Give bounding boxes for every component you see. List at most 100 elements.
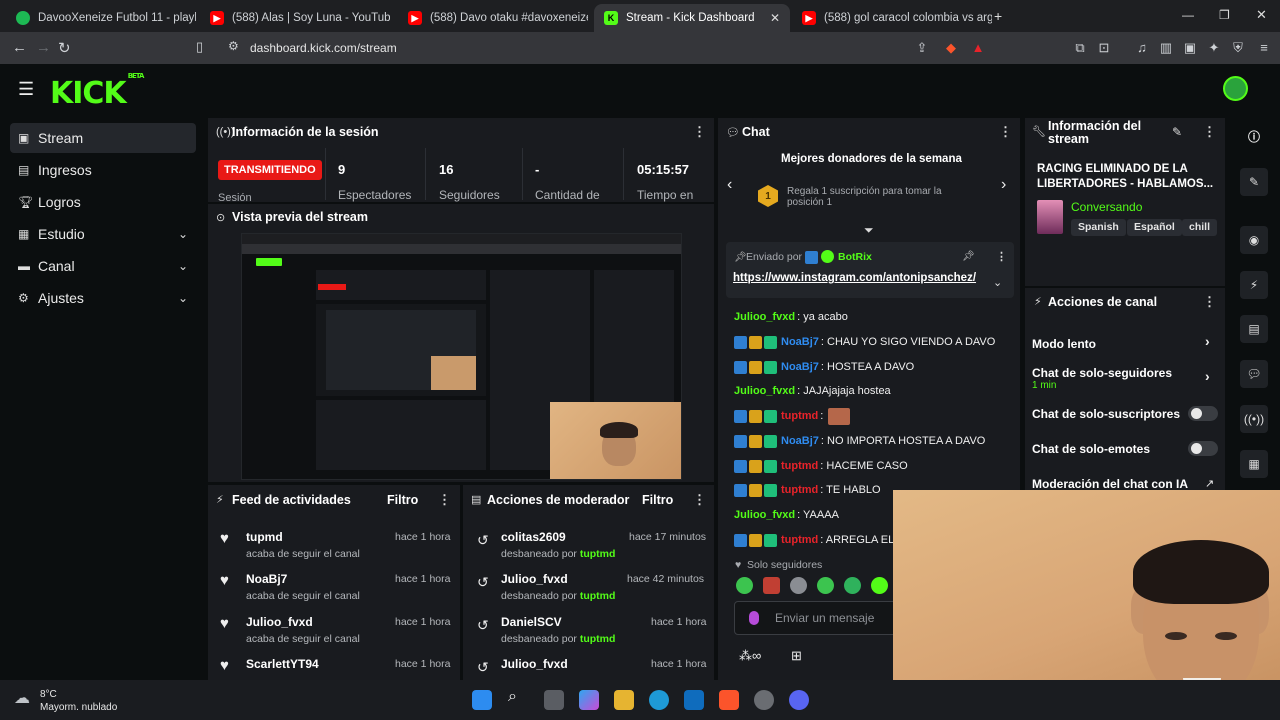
subs-only-toggle[interactable]: [1188, 406, 1218, 421]
media-icon[interactable]: ♫: [1134, 40, 1150, 56]
chat-username[interactable]: NoaBj7: [781, 435, 819, 447]
tag-chip[interactable]: Español: [1127, 219, 1182, 236]
back-icon[interactable]: ←: [12, 39, 27, 56]
chat-menu-icon[interactable]: ⋮: [999, 124, 1012, 140]
category-name[interactable]: Conversando: [1071, 200, 1142, 214]
sidebar-toggle-icon[interactable]: ▥: [1158, 40, 1174, 56]
chevron-right-icon[interactable]: ›: [1001, 176, 1006, 194]
mod-by[interactable]: tuptmd: [580, 590, 616, 602]
emote-icon[interactable]: [736, 577, 753, 594]
sidebar-item-estudio[interactable]: ▦ Estudio ⌄: [10, 219, 196, 249]
gift-icon[interactable]: ⊞: [791, 648, 802, 664]
mod-by[interactable]: tuptmd: [580, 633, 616, 645]
discord-icon[interactable]: [789, 690, 809, 710]
info-icon[interactable]: ⓘ: [1248, 128, 1260, 145]
emote-icon[interactable]: [844, 577, 861, 594]
brave-shield-icon[interactable]: ◆: [943, 40, 959, 56]
edge-icon[interactable]: [649, 690, 669, 710]
tag-chip[interactable]: chill: [1182, 219, 1218, 236]
avatar[interactable]: [1223, 76, 1248, 101]
extensions-icon[interactable]: ⧉: [1072, 40, 1088, 56]
screenshot-icon[interactable]: ⊡: [1096, 40, 1112, 56]
notes-icon[interactable]: ▤: [1240, 315, 1268, 343]
edit-stream-icon[interactable]: ✎: [1240, 168, 1268, 196]
mod-by[interactable]: tuptmd: [580, 548, 616, 560]
chat-username[interactable]: tuptmd: [781, 460, 818, 472]
mod-user[interactable]: DanielSCV: [501, 615, 562, 629]
site-info-icon[interactable]: ⚙: [228, 39, 239, 53]
emotes-only-toggle[interactable]: [1188, 441, 1218, 456]
feed-user[interactable]: Julioo_fvxd: [246, 615, 313, 629]
category-thumbnail[interactable]: [1037, 200, 1063, 234]
pinned-link[interactable]: https://www.instagram.com/antonipsanchez…: [733, 272, 976, 284]
tag-chip[interactable]: Spanish: [1071, 219, 1126, 236]
slow-mode-label[interactable]: Modo lento: [1032, 337, 1096, 351]
session-menu-icon[interactable]: ⋮: [693, 124, 706, 140]
mod-user[interactable]: colitas2609: [501, 530, 566, 544]
emote-icon[interactable]: [790, 577, 807, 594]
forward-icon[interactable]: →: [36, 39, 51, 56]
new-tab-icon[interactable]: +: [994, 8, 1002, 24]
feed-user[interactable]: NoaBj7: [246, 572, 287, 586]
vpn-icon[interactable]: ⛨: [1230, 40, 1246, 56]
chat-username[interactable]: tuptmd: [781, 410, 818, 422]
chat-username[interactable]: Julioo_fvxd: [734, 509, 795, 521]
mod-menu-icon[interactable]: ⋮: [693, 492, 706, 508]
chevron-down-icon[interactable]: ⌄: [993, 276, 1002, 289]
layout-icon[interactable]: ▦: [1240, 450, 1268, 478]
broadcast-icon[interactable]: ((•)): [1240, 405, 1268, 433]
mod-user[interactable]: Julioo_fvxd: [501, 657, 568, 671]
task-view-icon[interactable]: [544, 690, 564, 710]
channel-actions-menu-icon[interactable]: ⋮: [1203, 294, 1216, 310]
chat-bubble-icon[interactable]: 💬︎: [1240, 360, 1268, 388]
collapse-icon[interactable]: ⏷: [864, 223, 874, 238]
emote-picker-icon[interactable]: ⁂∞: [739, 648, 761, 664]
mod-user[interactable]: Julioo_fvxd: [501, 572, 568, 586]
app-icon[interactable]: [754, 690, 774, 710]
copilot-icon[interactable]: [579, 690, 599, 710]
hamburger-menu-icon[interactable]: ☰: [18, 79, 34, 100]
sidebar-item-ingresos[interactable]: ▤ Ingresos: [10, 155, 196, 185]
chat-username[interactable]: tuptmd: [781, 484, 818, 496]
sidebar-item-ajustes[interactable]: ⚙ Ajustes ⌄: [10, 283, 196, 313]
camera-icon[interactable]: ◉: [1240, 226, 1268, 254]
browser-tab-active[interactable]: K Stream - Kick Dashboard ✕: [594, 4, 790, 32]
sidebar-item-stream[interactable]: ▣ Stream: [10, 123, 196, 153]
brave-rewards-icon[interactable]: ▲: [970, 40, 986, 56]
lightning-icon[interactable]: ⚡︎: [1240, 271, 1268, 299]
url-text[interactable]: dashboard.kick.com/stream: [250, 41, 397, 55]
browser-tab[interactable]: DavooXeneize Futbol 11 - playlist by: [6, 4, 196, 32]
external-link-icon[interactable]: ↗: [1205, 477, 1214, 490]
browser-tab[interactable]: ▶ (588) Alas | Soy Luna - YouTube: [200, 4, 390, 32]
pinned-menu-icon[interactable]: ⋮: [996, 250, 1007, 263]
outlook-icon[interactable]: [684, 690, 704, 710]
stream-info-menu-icon[interactable]: ⋮: [1203, 124, 1216, 140]
close-window-icon[interactable]: ✕: [1256, 7, 1267, 23]
chevron-right-icon[interactable]: ›: [1205, 368, 1210, 384]
activity-filter-button[interactable]: Filtro: [387, 493, 418, 507]
share-icon[interactable]: ⇪: [914, 40, 930, 56]
sidebar-item-logros[interactable]: 🏆︎ Logros: [10, 187, 196, 217]
close-tab-icon[interactable]: ✕: [770, 11, 780, 25]
restore-icon[interactable]: ❐: [1219, 8, 1230, 22]
unpin-icon[interactable]: 📌︎: [962, 251, 975, 262]
emote-icon[interactable]: [763, 577, 780, 594]
chat-username[interactable]: Julioo_fvxd: [734, 385, 795, 397]
stream-preview-video[interactable]: [241, 233, 682, 480]
followers-only-label[interactable]: Chat de solo-seguidores: [1032, 366, 1172, 380]
emote-icon[interactable]: [817, 577, 834, 594]
search-icon[interactable]: ⌕: [508, 688, 517, 706]
reload-icon[interactable]: ↻: [58, 39, 71, 57]
feed-user[interactable]: tupmd: [246, 530, 283, 544]
edit-icon[interactable]: ✎: [1172, 125, 1182, 139]
browser-tab[interactable]: ▶ (588) gol caracol colombia vs argentin: [792, 4, 992, 32]
chevron-right-icon[interactable]: ›: [1205, 333, 1210, 349]
activity-menu-icon[interactable]: ⋮: [438, 492, 451, 508]
chat-username[interactable]: NoaBj7: [781, 361, 819, 373]
pinned-by-user[interactable]: BotRix: [838, 251, 872, 263]
brave-icon[interactable]: [719, 690, 739, 710]
microphone-icon[interactable]: [749, 611, 759, 625]
mod-filter-button[interactable]: Filtro: [642, 493, 673, 507]
minimize-icon[interactable]: —: [1182, 8, 1194, 22]
chevron-left-icon[interactable]: ‹: [727, 176, 732, 194]
